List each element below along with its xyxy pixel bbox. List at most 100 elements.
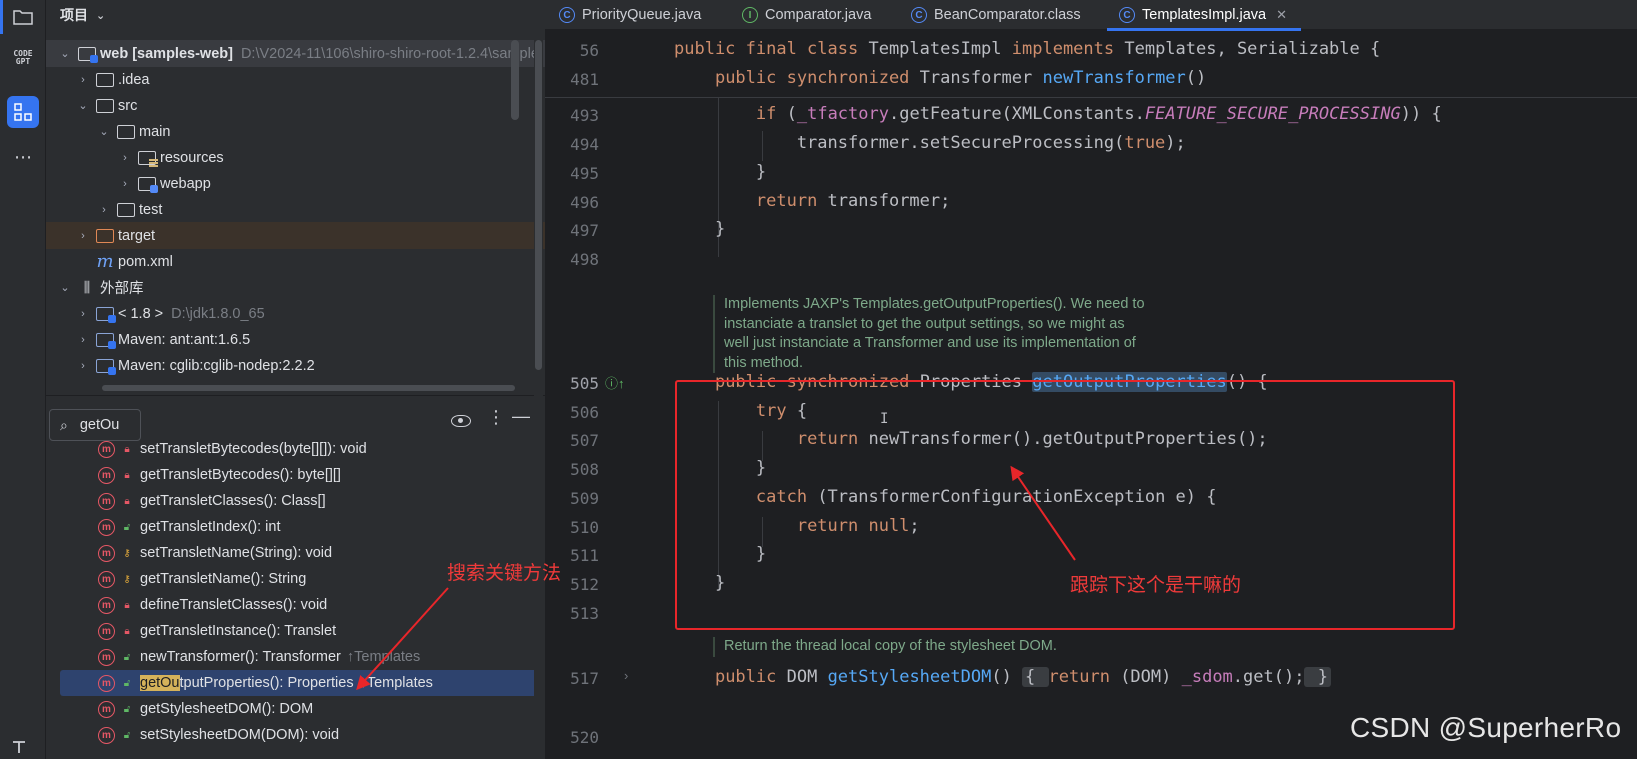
tree-item-idea[interactable]: › .idea (46, 66, 545, 93)
chevron-down-icon[interactable]: ⌄ (76, 99, 90, 112)
chevron-right-icon[interactable]: › (76, 334, 90, 346)
line-number: 505 (570, 374, 599, 393)
tree-item-pom[interactable]: m pom.xml (46, 248, 545, 275)
class-icon: C (1119, 7, 1135, 23)
method-item[interactable]: m 🔒︎ setTransletBytecodes(byte[][]): voi… (60, 436, 540, 462)
code-line-481: public synchronized Transformer newTrans… (714, 68, 1207, 88)
tab-label: BeanComparator.class (934, 7, 1081, 23)
tree-item-maven-ant[interactable]: › Maven: ant:ant:1.6.5 (46, 326, 545, 353)
line-number: 513 (570, 604, 599, 623)
tree-item-label: pom.xml (118, 253, 173, 270)
tree-item-src[interactable]: ⌄ src (46, 92, 545, 119)
tree-item-label: main (139, 123, 171, 140)
tree-item-label: webapp (160, 175, 211, 192)
search-icon: ⌕ (60, 416, 68, 433)
method-item[interactable]: m 🔒︎ getTransletInstance(): Translet (60, 618, 540, 644)
chevron-right-icon[interactable]: › (97, 204, 111, 216)
method-origin: ↑Templates (359, 675, 433, 691)
more-tools-icon[interactable]: ⋯ (7, 141, 39, 173)
private-lock-icon: 🔒︎ (124, 443, 130, 455)
method-item[interactable]: m 🔓︎ getTransletIndex(): int (60, 514, 540, 540)
folder-icon (117, 124, 135, 139)
chevron-down-icon[interactable]: ⌄ (96, 9, 105, 22)
tree-item-test[interactable]: › test (46, 196, 545, 223)
project-folder-icon[interactable] (7, 1, 39, 33)
tree-item-label: < 1.8 > (118, 305, 164, 322)
eye-icon[interactable] (451, 415, 471, 427)
method-signature: setStylesheetDOM(DOM): void (140, 727, 340, 743)
method-icon: m (98, 674, 115, 692)
code-line-497: } (674, 219, 726, 239)
tree-item-webapp[interactable]: › webapp (46, 170, 545, 197)
tree-item-resources[interactable]: › resources (46, 144, 545, 171)
structure-vertical-scrollbar[interactable] (534, 0, 543, 759)
method-item[interactable]: m 🔓︎ setStylesheetDOM(DOM): void (60, 722, 540, 748)
tree-item-label: Maven: cglib:cglib-nodep:2.2.2 (118, 357, 315, 374)
tab-templatesimpl[interactable]: C TemplatesImpl.java ✕ (1106, 0, 1302, 31)
tree-item-external-libraries[interactable]: ⌄ ⫼ 外部库 (46, 274, 545, 301)
method-item[interactable]: m 🔒︎ defineTransletClasses(): void (60, 592, 540, 618)
tree-item-target[interactable]: › target (46, 222, 545, 249)
hammer-icon[interactable] (11, 738, 33, 754)
folder-icon (117, 202, 135, 217)
project-horizontal-scrollbar[interactable] (102, 385, 515, 391)
implements-gutter-icon[interactable]: ⓘ↑ (605, 373, 625, 392)
codegpt-icon[interactable]: CODE GPT (7, 42, 39, 74)
tree-item-label: resources (160, 149, 224, 166)
chevron-down-icon[interactable]: ⌄ (58, 47, 72, 60)
chevron-right-icon[interactable]: › (76, 360, 90, 372)
method-item[interactable]: m 🔒︎ getTransletClasses(): Class[] (60, 488, 540, 514)
method-item[interactable]: m 🔓︎ getStylesheetDOM(): DOM (60, 696, 540, 722)
method-signature: defineTransletClasses(): void (140, 597, 328, 613)
structure-icon[interactable] (7, 96, 39, 128)
tree-item-label: src (118, 97, 138, 114)
class-icon: C (911, 7, 927, 23)
chevron-down-icon[interactable]: ⌄ (58, 281, 72, 294)
code-line-495: } (674, 162, 767, 182)
tree-item-main[interactable]: ⌄ main (46, 118, 545, 145)
method-icon: m (98, 622, 115, 640)
chevron-right-icon[interactable]: › (76, 230, 90, 242)
tree-item-label: target (118, 227, 156, 244)
search-query: getOu (79, 417, 120, 433)
tab-beancomparator[interactable]: C BeanComparator.class (911, 0, 1081, 30)
tree-item-label: .idea (118, 71, 150, 88)
method-item[interactable]: m 🔓︎ newTransformer(): Transformer ↑Temp… (60, 644, 540, 670)
chevron-down-icon[interactable]: ⌄ (97, 125, 111, 138)
method-item[interactable]: m 🔒︎ getTransletBytecodes(): byte[][] (60, 462, 540, 488)
public-unlock-icon: 🔓︎ (123, 729, 131, 741)
project-vertical-scrollbar[interactable] (511, 40, 519, 120)
line-number: 493 (570, 106, 599, 125)
editor-vertical-scrollbar[interactable] (1628, 31, 1637, 759)
fold-chevron-icon[interactable]: › (624, 668, 628, 683)
method-icon: m (98, 648, 115, 666)
project-panel-header[interactable]: 项目 ⌄ (46, 0, 545, 30)
method-item-selected[interactable]: m 🔓︎ getOu tputProperties(): Properties ↑… (60, 670, 540, 696)
chevron-right-icon[interactable]: › (76, 308, 90, 320)
tree-item-label: 外部库 (100, 281, 144, 297)
chevron-right-icon[interactable]: › (118, 152, 132, 164)
tab-priorityqueue[interactable]: C PriorityQueue.java (559, 0, 701, 30)
method-icon: m (98, 466, 115, 484)
line-number: 495 (570, 164, 599, 183)
more-options-icon[interactable]: ⋮ (487, 407, 505, 428)
method-icon: m (98, 492, 115, 510)
module-folder-icon (78, 46, 98, 63)
method-signature: setTransletName(String): void (140, 545, 333, 561)
tree-item-jdk[interactable]: › < 1.8 > D:\jdk1.8.0_65 (46, 300, 545, 327)
tree-item-maven-cglib[interactable]: › Maven: cglib:cglib-nodep:2.2.2 (46, 352, 545, 379)
line-number: 510 (570, 518, 599, 537)
hide-panel-icon[interactable]: — (512, 406, 530, 427)
annotation-trace-note: 跟踪下这个是干嘛的 (1070, 574, 1242, 596)
line-number: 520 (570, 728, 599, 747)
code-line-56: public final class TemplatesImpl impleme… (674, 39, 1381, 59)
chevron-right-icon[interactable]: › (76, 74, 90, 86)
chevron-right-icon[interactable]: › (118, 178, 132, 190)
close-icon[interactable]: ✕ (1276, 7, 1287, 23)
tab-comparator[interactable]: I Comparator.java (742, 0, 871, 30)
tree-item-web-module[interactable]: ⌄ web [samples-web] D:\V2024-11\106\shir… (46, 40, 545, 67)
line-number: 498 (570, 250, 599, 269)
line-number: 506 (570, 403, 599, 422)
tree-item-label: web [samples-web] (100, 45, 233, 62)
jdk-icon (96, 306, 116, 323)
